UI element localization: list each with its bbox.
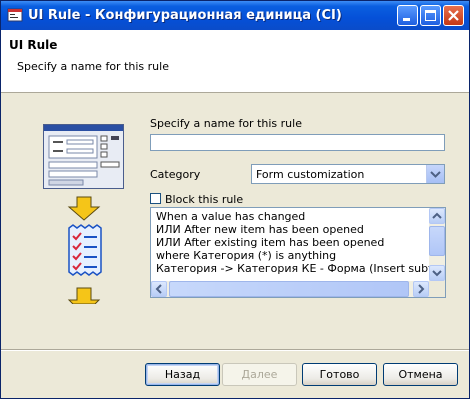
scroll-up-button[interactable]	[429, 208, 445, 224]
title-bar[interactable]: UI Rule - Конфигурационная единица (CI)	[1, 1, 469, 30]
finish-button[interactable]: Готово	[302, 363, 377, 386]
app-icon	[7, 8, 23, 22]
scroll-down-button[interactable]	[429, 265, 445, 281]
minimize-icon	[403, 18, 410, 21]
description-line: Категория -> Категория КЕ - Форма (Inser…	[156, 262, 446, 275]
chevron-down-icon	[430, 171, 441, 178]
next-button[interactable]: Далее	[222, 363, 297, 386]
chevron-right-icon	[418, 284, 425, 294]
arrow-down-icon-partial	[67, 287, 101, 304]
description-line: ИЛИ After existing item has been opened	[156, 236, 385, 249]
scroll-left-button[interactable]	[151, 281, 167, 297]
horizontal-scroll-thumb[interactable]	[169, 281, 409, 297]
minimize-button[interactable]	[397, 5, 418, 26]
horizontal-scrollbar[interactable]	[151, 281, 429, 297]
description-line: When a value has changed	[156, 210, 306, 223]
block-rule-label[interactable]: Block this rule	[165, 193, 243, 206]
close-button[interactable]	[443, 5, 464, 26]
arrow-down-icon	[67, 196, 101, 221]
chevron-up-icon	[432, 212, 442, 219]
maximize-icon	[425, 10, 436, 21]
description-line: ИЛИ After new item has been opened	[156, 223, 364, 236]
vertical-scroll-thumb[interactable]	[429, 226, 445, 256]
scroll-right-button[interactable]	[413, 281, 429, 297]
category-select[interactable]: Form customization	[251, 164, 445, 184]
name-label: Specify a name for this rule	[150, 117, 302, 130]
category-selected-value: Form customization	[256, 168, 365, 181]
window-title: UI Rule - Конфигурационная единица (CI)	[28, 8, 342, 23]
scrollbar-corner	[429, 281, 445, 297]
page-title: UI Rule	[9, 38, 58, 52]
category-dropdown-button[interactable]	[426, 165, 444, 183]
maximize-button[interactable]	[420, 5, 441, 26]
form-illustration	[43, 124, 124, 189]
wizard-header: UI Rule Specify a name for this rule	[1, 30, 469, 93]
description-line: where Категория (*) is anything	[156, 249, 337, 262]
checklist-icon	[68, 224, 102, 276]
chevron-down-icon	[432, 270, 442, 277]
chevron-left-icon	[155, 284, 162, 294]
vertical-scrollbar[interactable]	[429, 208, 445, 281]
cancel-button[interactable]: Отмена	[383, 363, 458, 386]
dialog-window: UI Rule - Конфигурационная единица (CI) …	[0, 0, 470, 399]
rule-name-input[interactable]	[150, 134, 445, 151]
page-subtitle: Specify a name for this rule	[17, 60, 169, 73]
wizard-illustration	[43, 124, 124, 304]
footer-separator	[1, 349, 469, 351]
back-button[interactable]: Назад	[145, 363, 220, 386]
close-icon	[448, 10, 459, 21]
block-rule-checkbox[interactable]	[150, 193, 161, 204]
category-label: Category	[150, 168, 201, 181]
rule-description-box[interactable]: When a value has changed ИЛИ After new i…	[150, 207, 446, 298]
